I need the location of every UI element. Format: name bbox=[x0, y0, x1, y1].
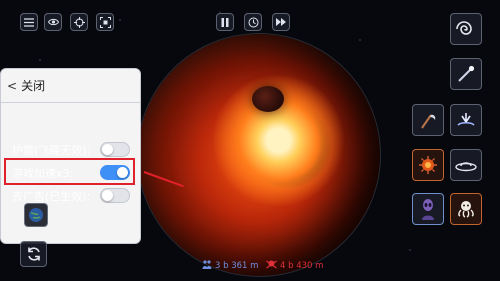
burning-planet[interactable] bbox=[138, 34, 380, 276]
people-icon bbox=[202, 260, 212, 272]
eye-icon bbox=[47, 18, 59, 26]
ads-setting-row: 去广告(已生效): bbox=[12, 187, 130, 204]
time-button[interactable] bbox=[244, 13, 262, 31]
refresh-icon bbox=[26, 246, 42, 262]
threat-counter: 4 b 430 m bbox=[266, 260, 323, 272]
octopus-icon bbox=[456, 199, 476, 219]
ufo-icon bbox=[455, 157, 477, 173]
panel-header[interactable]: < 关闭 bbox=[1, 69, 140, 103]
impact-crater bbox=[252, 86, 284, 112]
fireball-icon bbox=[418, 155, 438, 175]
scythe-button[interactable] bbox=[412, 104, 444, 136]
galaxy-icon bbox=[456, 19, 476, 39]
population-value: 3 b 361 m bbox=[215, 261, 259, 271]
threat-value: 4 b 430 m bbox=[280, 261, 324, 271]
restart-button[interactable] bbox=[20, 241, 47, 267]
shockwave-button[interactable] bbox=[450, 104, 482, 136]
target-button[interactable] bbox=[70, 13, 88, 31]
ufo-button[interactable] bbox=[450, 149, 482, 181]
back-chevron-icon: < bbox=[7, 78, 18, 93]
menu-icon bbox=[24, 17, 34, 27]
ads-setting-label: 去广告(已生效): bbox=[12, 189, 91, 203]
comet-icon bbox=[456, 64, 476, 84]
comet-button[interactable] bbox=[450, 58, 482, 90]
clock-icon bbox=[248, 17, 259, 28]
planet-icon bbox=[28, 207, 44, 223]
ads-toggle[interactable] bbox=[100, 188, 130, 203]
menu-button[interactable] bbox=[20, 13, 38, 31]
shield-toggle[interactable] bbox=[100, 142, 130, 157]
alien-icon bbox=[418, 198, 438, 220]
fireball-button[interactable] bbox=[412, 149, 444, 181]
crosshair-icon bbox=[73, 16, 85, 28]
close-label: 关闭 bbox=[21, 79, 46, 93]
view-toggle-button[interactable] bbox=[44, 13, 62, 31]
scythe-icon bbox=[418, 110, 438, 130]
alien-button[interactable] bbox=[412, 193, 444, 225]
pause-button[interactable] bbox=[216, 13, 234, 31]
fast-forward-icon bbox=[276, 18, 286, 26]
octopus-button[interactable] bbox=[450, 193, 482, 225]
population-counter: 3 b 361 m bbox=[202, 260, 258, 272]
highlight-box bbox=[4, 158, 135, 185]
skull-crossbones-icon bbox=[266, 260, 277, 272]
planet-preview-button[interactable] bbox=[24, 203, 48, 227]
shield-setting-label: 护盾(飞碟无效): bbox=[12, 143, 91, 157]
galaxy-button[interactable] bbox=[450, 13, 482, 45]
screenshot-icon bbox=[99, 16, 111, 28]
pause-icon bbox=[221, 17, 229, 27]
shield-setting-row: 护盾(飞碟无效): bbox=[12, 141, 130, 158]
shockwave-icon bbox=[456, 110, 476, 130]
screenshot-button[interactable] bbox=[96, 13, 114, 31]
fast-forward-button[interactable] bbox=[272, 13, 290, 31]
